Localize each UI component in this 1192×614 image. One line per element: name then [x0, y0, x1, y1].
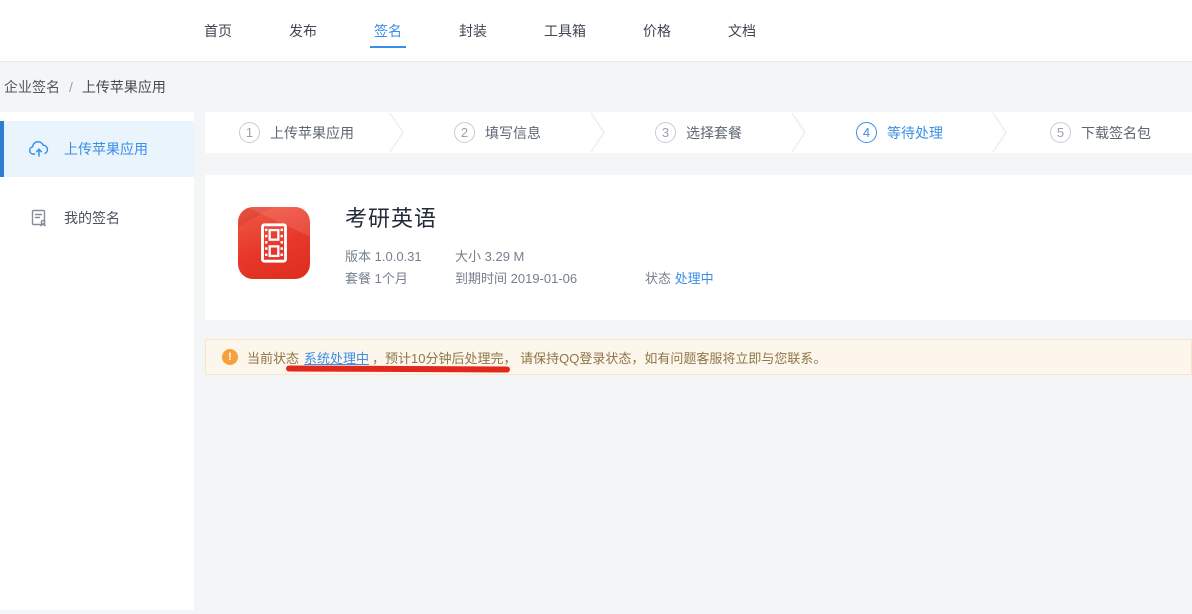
field-label: 套餐 [345, 271, 371, 286]
film-app-icon [238, 207, 310, 279]
step-label: 上传苹果应用 [270, 123, 354, 143]
app-status: 状态 处理中 [645, 268, 714, 287]
sidebar-item-upload-app[interactable]: 上传苹果应用 [0, 121, 194, 177]
breadcrumb-current: 上传苹果应用 [82, 77, 166, 97]
alert-status-link[interactable]: 系统处理中 [304, 348, 369, 367]
sidebar: 上传苹果应用 我的签名 [0, 112, 194, 610]
step-choose-plan: 3 选择套餐 [607, 112, 790, 153]
step-number: 2 [454, 122, 475, 143]
step-number: 1 [239, 122, 260, 143]
field-label: 大小 [455, 249, 481, 264]
cloud-upload-icon [27, 137, 51, 161]
step-waiting-process: 4 等待处理 [808, 112, 991, 153]
nav-item-pricing[interactable]: 价格 [639, 21, 675, 48]
step-upload-app: 1 上传苹果应用 [205, 112, 388, 153]
breadcrumb: 企业签名 / 上传苹果应用 [0, 62, 1192, 112]
field-value: 3.29 M [485, 249, 525, 264]
nav-item-toolbox[interactable]: 工具箱 [540, 21, 590, 48]
nav-item-signature[interactable]: 签名 [370, 21, 406, 48]
status-alert: ! 当前状态 系统处理中 ，预计10分钟后处理完， 请保持QQ登录状态，如有问题… [205, 339, 1192, 375]
app-version: 版本 1.0.0.31 [345, 246, 422, 265]
field-value: 2019-01-06 [511, 271, 578, 286]
field-label: 状态 [645, 271, 671, 286]
step-label: 下载签名包 [1081, 123, 1151, 143]
sidebar-item-my-signatures[interactable]: 我的签名 [0, 190, 194, 246]
nav-item-package[interactable]: 封装 [455, 21, 491, 48]
field-value: 1.0.0.31 [375, 249, 422, 264]
nav-item-home[interactable]: 首页 [200, 21, 236, 48]
step-wizard: 1 上传苹果应用 2 填写信息 3 选择套餐 4 等待处理 5 下载签名包 [205, 112, 1192, 153]
warning-icon: ! [222, 349, 238, 365]
red-underline-annotation [286, 366, 510, 373]
step-number: 3 [655, 122, 676, 143]
nav-item-docs[interactable]: 文档 [724, 21, 760, 48]
nav-item-publish[interactable]: 发布 [285, 21, 321, 48]
breadcrumb-separator: / [69, 79, 73, 95]
app-title: 考研英语 [345, 201, 437, 233]
app-expire-time: 到期时间 2019-01-06 [455, 268, 577, 287]
step-label: 等待处理 [887, 123, 943, 143]
sidebar-item-label: 我的签名 [64, 208, 120, 228]
step-chevron-icon [991, 112, 1009, 153]
alert-text-rest: ，预计10分钟后处理完， 请保持QQ登录状态，如有问题客服将立即与您联系。 [372, 348, 826, 367]
step-chevron-icon [790, 112, 808, 153]
app-signing-console: 首页 发布 签名 封装 工具箱 价格 文档 企业签名 / 上传苹果应用 上传苹果… [0, 0, 1192, 614]
step-label: 选择套餐 [686, 123, 742, 143]
main-content: 1 上传苹果应用 2 填写信息 3 选择套餐 4 等待处理 5 下载签名包 [205, 112, 1192, 614]
field-value: 1个月 [375, 271, 408, 286]
step-number: 4 [856, 122, 877, 143]
sidebar-item-label: 上传苹果应用 [64, 139, 148, 159]
step-chevron-icon [388, 112, 406, 153]
field-label: 到期时间 [455, 271, 507, 286]
active-indicator [0, 121, 4, 177]
signature-doc-icon [27, 206, 51, 230]
field-label: 版本 [345, 249, 371, 264]
step-chevron-icon [589, 112, 607, 153]
app-card: 考研英语 版本 1.0.0.31 大小 3.29 M 套餐 1个月 到期时间 2… [205, 175, 1192, 320]
step-label: 填写信息 [485, 123, 541, 143]
breadcrumb-section[interactable]: 企业签名 [4, 77, 60, 97]
step-fill-info: 2 填写信息 [406, 112, 589, 153]
app-size: 大小 3.29 M [455, 246, 524, 265]
app-plan: 套餐 1个月 [345, 268, 408, 287]
step-number: 5 [1050, 122, 1071, 143]
step-download-package: 5 下载签名包 [1009, 112, 1192, 153]
status-link[interactable]: 处理中 [675, 271, 714, 286]
alert-text-prefix: 当前状态 [247, 348, 299, 367]
top-nav: 首页 发布 签名 封装 工具箱 价格 文档 [0, 0, 1192, 62]
